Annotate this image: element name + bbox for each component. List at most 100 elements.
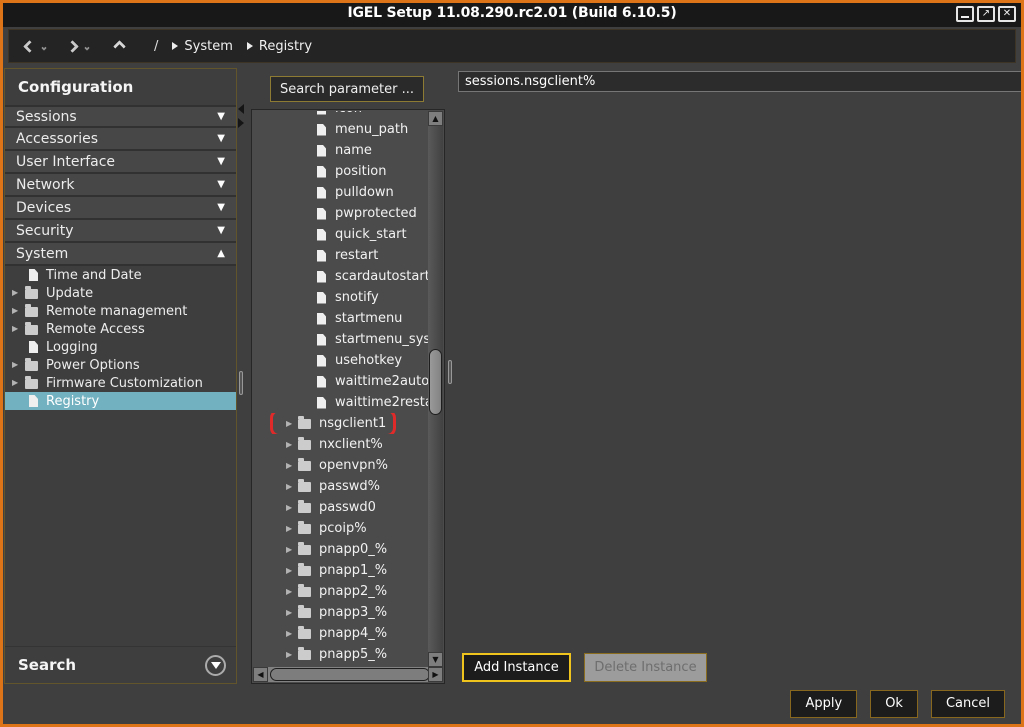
sidebar-category-sessions[interactable]: Sessions▼	[5, 105, 236, 128]
registry-item-usehotkey[interactable]: usehotkey	[253, 350, 428, 371]
tree-expander-icon[interactable]	[286, 651, 295, 659]
sidebar-item-power-options[interactable]: Power Options	[5, 356, 236, 374]
sidebar-item-logging[interactable]: Logging	[5, 338, 236, 356]
tree-expander-icon[interactable]	[286, 588, 295, 596]
tree-expander-icon[interactable]	[286, 630, 295, 638]
scroll-down-icon[interactable]: ▼	[428, 652, 443, 667]
search-expand-button[interactable]	[205, 655, 226, 676]
registry-item-icon[interactable]: icon	[253, 111, 428, 119]
tree-expander-icon[interactable]	[286, 483, 295, 491]
collapse-left-icon[interactable]	[238, 104, 244, 114]
forward-icon[interactable]	[66, 40, 79, 53]
maximize-button[interactable]: ↗	[977, 6, 995, 22]
registry-item-pnapp4[interactable]: pnapp4_%	[253, 623, 428, 644]
registry-item-position[interactable]: position	[253, 161, 428, 182]
horizontal-scroll-thumb[interactable]	[270, 668, 430, 681]
splitter-handle[interactable]	[239, 371, 243, 395]
registry-item-label: position	[335, 164, 387, 179]
registry-item-menu-path[interactable]: menu_path	[253, 119, 428, 140]
registry-item-passwd0[interactable]: passwd0	[253, 497, 428, 518]
sidebar-item-update[interactable]: Update	[5, 284, 236, 302]
registry-item-pnapp0[interactable]: pnapp0_%	[253, 539, 428, 560]
back-history-chevron-down-icon[interactable]	[41, 45, 47, 51]
registry-item-snotify[interactable]: snotify	[253, 287, 428, 308]
registry-item-startmenu[interactable]: startmenu	[253, 308, 428, 329]
tree-item-label: Remote management	[46, 304, 187, 319]
search-parameter-button[interactable]: Search parameter ...	[270, 76, 424, 102]
cancel-button[interactable]: Cancel	[931, 690, 1005, 718]
sidebar-item-firmware-customization[interactable]: Firmware Customization	[5, 374, 236, 392]
tree-expander-icon[interactable]	[12, 289, 21, 297]
parameter-filter-input[interactable]	[458, 71, 1023, 92]
sidebar-splitter[interactable]	[237, 68, 246, 684]
triangle-down-icon: ▼	[217, 156, 225, 167]
breadcrumb-registry[interactable]: Registry	[247, 39, 312, 54]
registry-item-scardautostart[interactable]: scardautostart	[253, 266, 428, 287]
file-icon	[317, 355, 326, 367]
vertical-scrollbar[interactable]: ▲ ▼	[428, 111, 443, 667]
registry-item-startmenu-system[interactable]: startmenu_system	[253, 329, 428, 350]
splitter-handle[interactable]	[448, 360, 452, 384]
registry-item-pcoip[interactable]: pcoip%	[253, 518, 428, 539]
tree-expander-icon[interactable]	[286, 546, 295, 554]
add-instance-button[interactable]: Add Instance	[462, 653, 571, 682]
registry-item-pnapp5[interactable]: pnapp5_%	[253, 644, 428, 665]
registry-item-pnapp3[interactable]: pnapp3_%	[253, 602, 428, 623]
registry-item-pnapp2[interactable]: pnapp2_%	[253, 581, 428, 602]
tree-expander-icon[interactable]	[286, 567, 295, 575]
registry-item-pnapp1[interactable]: pnapp1_%	[253, 560, 428, 581]
forward-history-chevron-down-icon[interactable]	[84, 45, 90, 51]
registry-item-quick-start[interactable]: quick_start	[253, 224, 428, 245]
sidebar-item-time-and-date[interactable]: Time and Date	[5, 266, 236, 284]
scroll-left-icon[interactable]: ◀	[253, 667, 268, 682]
sidebar-category-system[interactable]: System▲	[5, 243, 236, 266]
registry-item-waittime2autostart[interactable]: waittime2autostart	[253, 371, 428, 392]
tree-expander-icon[interactable]	[286, 525, 295, 533]
registry-item-passwd[interactable]: passwd%	[253, 476, 428, 497]
tree-expander-icon[interactable]	[12, 325, 21, 333]
sidebar-item-remote-management[interactable]: Remote management	[5, 302, 236, 320]
sidebar-item-remote-access[interactable]: Remote Access	[5, 320, 236, 338]
sidebar-category-network[interactable]: Network▼	[5, 174, 236, 197]
registry-item-restart[interactable]: restart	[253, 245, 428, 266]
sidebar-category-security[interactable]: Security▼	[5, 220, 236, 243]
registry-item-name[interactable]: name	[253, 140, 428, 161]
breadcrumb-root[interactable]: /	[154, 39, 158, 54]
registry-item-nxclient[interactable]: nxclient%	[253, 434, 428, 455]
minimize-button[interactable]	[956, 6, 974, 22]
tree-item-label: Power Options	[46, 358, 140, 373]
registry-item-nsgclient1[interactable]: nsgclient1	[253, 413, 428, 434]
apply-button[interactable]: Apply	[790, 690, 857, 718]
up-level-icon[interactable]	[113, 40, 126, 53]
tree-expander-icon[interactable]	[286, 609, 295, 617]
tree-expander-icon[interactable]	[286, 441, 295, 449]
scroll-up-icon[interactable]: ▲	[428, 111, 443, 126]
file-icon	[317, 187, 326, 199]
tree-expander-icon[interactable]	[286, 462, 295, 470]
category-label: Network	[16, 177, 74, 193]
collapse-right-icon[interactable]	[238, 118, 244, 128]
registry-item-waittime2restart[interactable]: waittime2restart	[253, 392, 428, 413]
ok-button[interactable]: Ok	[870, 690, 918, 718]
panel-splitter[interactable]	[446, 68, 454, 684]
sidebar-category-user-interface[interactable]: User Interface▼	[5, 151, 236, 174]
horizontal-scrollbar[interactable]: ◀ ▶	[253, 667, 443, 682]
delete-instance-button[interactable]: Delete Instance	[584, 653, 707, 682]
tree-expander-icon[interactable]	[286, 420, 295, 428]
sidebar-category-accessories[interactable]: Accessories▼	[5, 128, 236, 151]
sidebar-category-devices[interactable]: Devices▼	[5, 197, 236, 220]
registry-item-pwprotected[interactable]: pwprotected	[253, 203, 428, 224]
scroll-right-icon[interactable]: ▶	[428, 667, 443, 682]
tree-expander-icon[interactable]	[286, 504, 295, 512]
tree-expander-icon[interactable]	[12, 361, 21, 369]
close-button[interactable]: ✕	[998, 6, 1016, 22]
breadcrumb-system[interactable]: System	[172, 39, 232, 54]
folder-icon	[298, 482, 311, 492]
back-icon[interactable]	[23, 40, 36, 53]
sidebar-item-registry[interactable]: Registry	[5, 392, 236, 410]
registry-item-pulldown[interactable]: pulldown	[253, 182, 428, 203]
vertical-scroll-thumb[interactable]	[429, 349, 442, 415]
registry-item-openvpn[interactable]: openvpn%	[253, 455, 428, 476]
tree-expander-icon[interactable]	[12, 307, 21, 315]
tree-expander-icon[interactable]	[12, 379, 21, 387]
